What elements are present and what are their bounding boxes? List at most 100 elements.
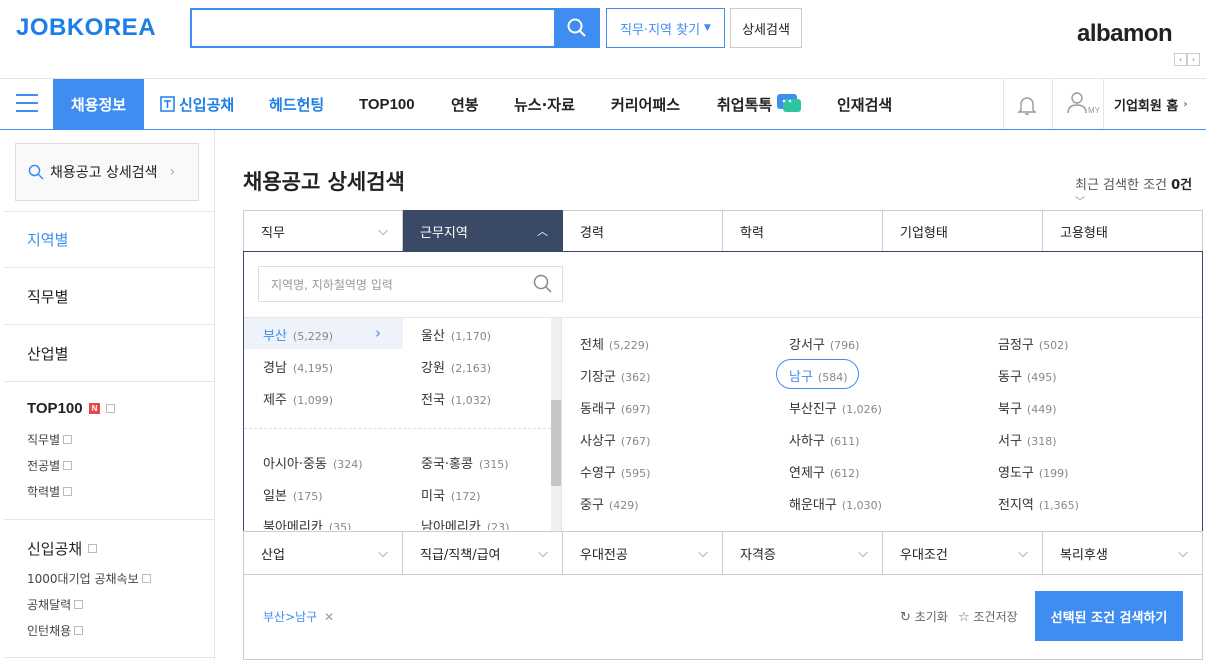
nav-item-headhunting[interactable]: 헤드헌팅 <box>269 79 324 129</box>
district-count: (1,030) <box>841 499 882 512</box>
district-item[interactable]: 강서구 (796) <box>789 334 859 353</box>
search-icon[interactable] <box>533 274 553 298</box>
search-input[interactable] <box>190 8 600 48</box>
nav-item-recruit[interactable]: 채용정보 <box>53 79 144 129</box>
region-item-jeju[interactable]: 제주 (1,099) <box>263 389 333 408</box>
tab-company-type[interactable]: 기업형태 <box>883 210 1043 252</box>
region-item-ulsan[interactable]: 울산 (1,170) <box>421 325 491 344</box>
prev-arrow-icon[interactable]: ‹ <box>1174 53 1187 66</box>
tab-position-salary[interactable]: 직급/직책/급여 ⌵ <box>403 531 563 575</box>
district-item[interactable]: 북구 (449) <box>998 398 1057 417</box>
region-item-japan[interactable]: 일본 (175) <box>263 485 323 504</box>
tab-job[interactable]: 직무 ⌵ <box>243 210 403 252</box>
region-scrollbar-thumb[interactable] <box>551 400 561 486</box>
region-item-south-america[interactable]: 남아메리카 (23) <box>421 516 509 530</box>
nav-item-talent[interactable]: 인재검색 <box>837 79 892 129</box>
menu-icon[interactable] <box>16 94 38 118</box>
next-arrow-icon[interactable]: › <box>1187 53 1200 66</box>
albamon-logo[interactable]: albamon <box>1077 20 1173 48</box>
district-item[interactable]: 동구 (495) <box>998 366 1057 385</box>
nav-divider <box>1003 79 1004 129</box>
region-item-usa[interactable]: 미국 (172) <box>421 485 481 504</box>
district-item[interactable]: 전지역 (1,365) <box>998 494 1079 513</box>
nav-item-newgrad[interactable]: 신입공채 <box>160 79 234 129</box>
region-item-china-hongkong[interactable]: 중국·홍콩 (315) <box>421 453 509 472</box>
sidebar-sub-top100-edu[interactable]: 학력별 <box>27 483 73 500</box>
search-button[interactable] <box>554 8 600 48</box>
district-item[interactable]: 연제구 (612) <box>789 462 859 481</box>
chevron-down-icon: ﹀ <box>1075 197 1085 208</box>
district-item[interactable]: 영도구 (199) <box>998 462 1068 481</box>
detail-search-button[interactable]: 상세검색 <box>730 8 802 48</box>
district-item[interactable]: 부산진구 (1,026) <box>789 398 882 417</box>
district-item[interactable]: 기장군 (362) <box>580 366 650 385</box>
user-my-icon[interactable]: MY <box>1066 91 1100 115</box>
region-item-north-america[interactable]: 북아메리카 (35) <box>263 516 351 530</box>
district-item[interactable]: 사상구 (767) <box>580 430 650 449</box>
sidebar-sub-newgrad-intern[interactable]: 인턴채용 <box>27 622 84 639</box>
jobkorea-logo[interactable]: JOBKOREA <box>16 14 156 42</box>
reset-button[interactable]: ↻ 초기화 <box>900 608 948 625</box>
nav-item-careerpath[interactable]: 커리어패스 <box>611 79 680 129</box>
biz-home-link[interactable]: 기업회원 홈 › <box>1114 79 1187 129</box>
sidebar-sub-newgrad-news[interactable]: 1000대기업 공채속보 <box>27 570 151 587</box>
district-count: (495) <box>1026 371 1057 384</box>
region-count: (4,195) <box>292 362 333 375</box>
district-count: (1,026) <box>841 403 882 416</box>
job-location-finder-button[interactable]: 직무·지역 찾기 ▼ <box>606 8 725 48</box>
nav-item-top100[interactable]: TOP100 <box>359 79 415 129</box>
sidebar-item-top100[interactable]: TOP100 N <box>27 400 116 417</box>
apply-search-button[interactable]: 선택된 조건 검색하기 <box>1035 591 1183 641</box>
region-name: 남아메리카 <box>421 520 481 530</box>
district-item[interactable]: 중구 (429) <box>580 494 639 513</box>
nav-item-salary[interactable]: 연봉 <box>451 79 479 129</box>
district-item-selected[interactable]: 남구 (584) <box>789 366 848 385</box>
region-item-gyeongnam[interactable]: 경남 (4,195) <box>263 357 333 376</box>
chevron-down-icon: ⌵ <box>1018 545 1028 561</box>
tab-certificate[interactable]: 자격증 ⌵ <box>723 531 883 575</box>
region-item-nationwide[interactable]: 전국 (1,032) <box>421 389 491 408</box>
tab-work-location[interactable]: 근무지역 ︿ <box>403 210 563 252</box>
tab-label: 직급/직책/급여 <box>420 547 501 563</box>
district-item[interactable]: 수영구 (595) <box>580 462 650 481</box>
save-condition-button[interactable]: ☆ 조건저장 <box>958 608 1018 625</box>
tab-career[interactable]: 경력 <box>563 210 723 252</box>
recent-conditions-toggle[interactable]: 최근 검색한 조건 0건 ﹀ <box>1075 174 1206 209</box>
district-item[interactable]: 해운대구 (1,030) <box>789 494 882 513</box>
sidebar-sub-top100-job[interactable]: 직무별 <box>27 431 73 448</box>
sidebar-detail-search-button[interactable]: 채용공고 상세검색 › <box>15 143 199 201</box>
district-name: 연제구 <box>789 466 825 481</box>
tab-education[interactable]: 학력 <box>723 210 883 252</box>
bell-icon[interactable] <box>1015 93 1039 121</box>
region-item-busan[interactable]: 부산 (5,229) <box>263 325 333 344</box>
tab-employment-type[interactable]: 고용형태 <box>1043 210 1203 252</box>
district-item[interactable]: 전체 (5,229) <box>580 334 649 353</box>
district-item[interactable]: 금정구 (502) <box>998 334 1068 353</box>
sidebar-item-region[interactable]: 지역별 <box>27 229 68 250</box>
tab-industry[interactable]: 산업 ⌵ <box>243 531 403 575</box>
divider <box>4 381 215 382</box>
nav-item-news[interactable]: 뉴스·자료 <box>514 79 575 129</box>
albamon-rolling-controls: ‹ › <box>1174 53 1200 66</box>
nav-item-talk[interactable]: 취업톡톡 <box>717 79 803 129</box>
district-item[interactable]: 서구 (318) <box>998 430 1057 449</box>
district-item[interactable]: 동래구 (697) <box>580 398 650 417</box>
sidebar-item-industry[interactable]: 산업별 <box>27 343 68 364</box>
sidebar-item-newgrad[interactable]: 신입공채 <box>27 538 98 559</box>
new-badge: N <box>88 403 101 414</box>
location-search-input[interactable]: 지역명, 지하철역명 입력 <box>258 266 563 302</box>
region-item-asia-middleeast[interactable]: 아시아·중동 (324) <box>263 453 363 472</box>
tab-welfare[interactable]: 복리후생 ⌵ <box>1043 531 1203 575</box>
sidebar-sub-label: 전공별 <box>27 459 61 473</box>
tab-preferred-major[interactable]: 우대전공 ⌵ <box>563 531 723 575</box>
close-icon[interactable]: ✕ <box>324 610 334 624</box>
divider <box>4 211 215 212</box>
sidebar-sub-newgrad-calendar[interactable]: 공채달력 <box>27 596 84 613</box>
sidebar-item-job[interactable]: 직무별 <box>27 286 68 307</box>
region-item-gangwon[interactable]: 강원 (2,163) <box>421 357 491 376</box>
selected-condition-tag[interactable]: 부산>남구 ✕ <box>263 608 334 625</box>
district-name: 동구 <box>998 370 1022 385</box>
sidebar-sub-top100-major[interactable]: 전공별 <box>27 457 73 474</box>
district-item[interactable]: 사하구 (611) <box>789 430 859 449</box>
tab-preference[interactable]: 우대조건 ⌵ <box>883 531 1043 575</box>
